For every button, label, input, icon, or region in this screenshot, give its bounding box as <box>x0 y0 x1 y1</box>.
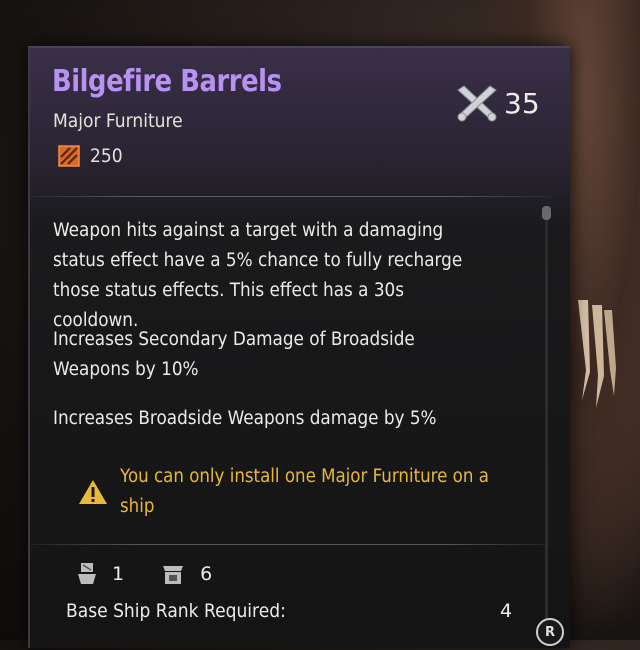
rank-required-value: 4 <box>500 600 513 622</box>
claw-decoration-icon <box>578 300 616 408</box>
item-cost: 250 <box>58 145 126 167</box>
effect-description-2: Increases Secondary Damage of Broadside … <box>53 329 415 380</box>
install-warning: You can only install one Major Furniture… <box>78 462 538 522</box>
material-crate-icon <box>58 145 80 167</box>
power-value: 35 <box>504 86 540 120</box>
rank-required-label: Base Ship Rank Required: <box>66 600 286 622</box>
stats-divider <box>30 544 550 545</box>
item-power: 35 <box>454 84 540 122</box>
scrollbar[interactable] <box>545 214 548 634</box>
cost-value: 250 <box>90 145 123 167</box>
item-category: Major Furniture <box>53 110 183 132</box>
effect-description-1: Weapon hits against a target with a dama… <box>53 220 463 331</box>
warning-triangle-icon <box>79 480 107 504</box>
shop-icon <box>163 566 184 584</box>
stats-row: 1 6 <box>76 562 234 586</box>
shop-slot-value: 6 <box>200 563 213 585</box>
effect-description-3: Increases Broadside Weapons damage by 5% <box>53 408 437 429</box>
item-name: Bilgefire Barrels <box>52 64 282 99</box>
crossed-cannons-icon <box>457 85 497 122</box>
ship-slot-value: 1 <box>112 563 125 585</box>
header-divider <box>30 196 550 197</box>
r-button-prompt[interactable]: R <box>536 618 564 646</box>
ship-icon <box>78 563 96 584</box>
scrollbar-thumb[interactable] <box>542 206 551 220</box>
warning-text: You can only install one Major Furniture… <box>120 466 489 517</box>
